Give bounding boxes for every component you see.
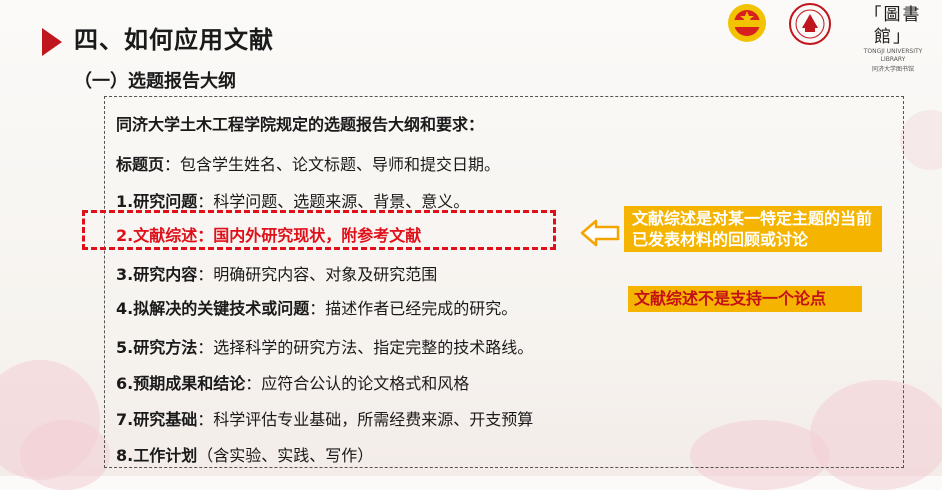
outline-item-expected-results: 6.预期成果和结论：应符合公认的论文格式和风格: [116, 374, 470, 393]
library-logo-en: TONGJI UNIVERSITY LIBRARY: [863, 48, 923, 63]
item-text: 选择科学的研究方法、指定完整的技术路线。: [213, 338, 534, 357]
library-logo-cn: 同济大学图书馆: [871, 66, 914, 73]
blossom-decoration: [900, 110, 942, 170]
outline-item-research-basis: 7.研究基础：科学评估专业基础，所需经费来源、开支预算: [116, 410, 534, 429]
outline-item-key-technology: 4.拟解决的关键技术或问题：描述作者已经完成的研究。: [116, 299, 518, 318]
item-label: 标题页: [116, 155, 165, 174]
outline-item-research-content: 3.研究内容：明确研究内容、对象及研究范围: [116, 265, 438, 284]
outline-item-research-question: 1.研究问题：科学问题、选题来源、背景、意义。: [116, 192, 470, 211]
item-label: 2.文献综述: [116, 226, 198, 245]
item-text: 描述作者已经完成的研究。: [325, 299, 518, 318]
item-label: 6.预期成果和结论: [116, 374, 246, 393]
outline-heading: 同济大学土木工程学院规定的选题报告大纲和要求：: [116, 115, 485, 134]
item-label: 5.研究方法: [116, 338, 198, 357]
page-title: 四、如何应用文献: [74, 26, 274, 54]
item-text: 明确研究内容、对象及研究范围: [213, 265, 438, 284]
left-arrow-icon: [580, 219, 620, 247]
definition-callout: 文献综述是对某一特定主题的当前已发表材料的回顾或讨论: [624, 206, 882, 252]
item-label: 1.研究问题: [116, 192, 198, 211]
item-label: 8.工作计划: [116, 446, 198, 465]
outline-item-research-method: 5.研究方法：选择科学的研究方法、指定完整的技术路线。: [116, 338, 534, 357]
item-label: 7.研究基础: [116, 410, 198, 429]
item-text: 科学评估专业基础，所需经费来源、开支预算: [213, 410, 534, 429]
item-text: （含实验、实践、写作）: [197, 446, 374, 465]
outline-item-literature-review: 2.文献综述：国内外研究现状，附参考文献: [116, 226, 422, 245]
item-label: 4.拟解决的关键技术或问题: [116, 299, 310, 318]
youth-league-emblem-icon: [728, 4, 766, 42]
section-subtitle: （一）选题报告大纲: [74, 71, 236, 92]
item-text: 国内外研究现状，附参考文献: [213, 226, 422, 245]
library-logo: 「圖書館」 TONGJI UNIVERSITY LIBRARY 同济大学图书馆: [852, 4, 934, 73]
title-arrow-icon: [42, 28, 62, 56]
item-text: 科学问题、选题来源、背景、意义。: [213, 192, 470, 211]
not-argument-callout: 文献综述不是支持一个论点: [628, 286, 862, 312]
blossom-decoration: [20, 420, 110, 490]
outline-item-title-page: 标题页：包含学生姓名、论文标题、导师和提交日期。: [116, 155, 501, 174]
university-seal-icon: [789, 3, 831, 45]
item-label: 3.研究内容: [116, 265, 198, 284]
item-text: 应符合公认的论文格式和风格: [261, 374, 470, 393]
library-logo-title: 「圖書館」: [864, 5, 922, 47]
item-text: 包含学生姓名、论文标题、导师和提交日期。: [180, 155, 501, 174]
blossom-decoration: [0, 360, 100, 480]
outline-item-work-plan: 8.工作计划（含实验、实践、写作）: [116, 442, 373, 466]
